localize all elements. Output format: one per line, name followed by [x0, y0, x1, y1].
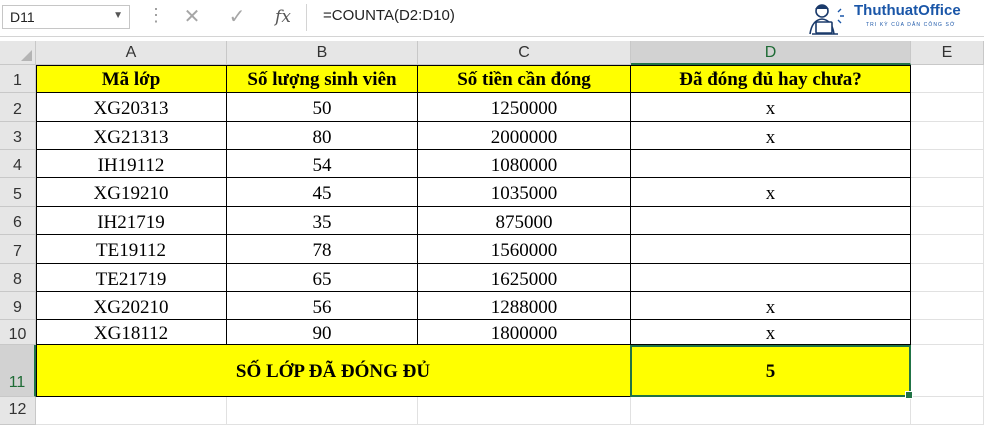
column-header-c[interactable]: C: [418, 41, 631, 65]
cell-d11-total-value[interactable]: 5: [631, 345, 911, 397]
cell-c6[interactable]: 875000: [418, 207, 631, 235]
column-header-d[interactable]: D: [631, 41, 911, 65]
cell-a12[interactable]: [36, 397, 227, 425]
cell-b3[interactable]: 80: [227, 122, 418, 150]
logo: ThuthuatOffice TRI KỲ CỦA DÂN CÔNG SỞ: [800, 2, 984, 36]
cell-c9[interactable]: 1288000: [418, 292, 631, 320]
cell-a5[interactable]: XG19210: [36, 178, 227, 207]
name-box[interactable]: D11 ▼: [2, 5, 130, 29]
cell-e8[interactable]: [911, 264, 984, 292]
cell-d10[interactable]: x: [631, 320, 911, 345]
cell-e3[interactable]: [911, 122, 984, 150]
cell-a4[interactable]: IH19112: [36, 150, 227, 178]
cell-c12[interactable]: [418, 397, 631, 425]
column-header-a[interactable]: A: [36, 41, 227, 65]
cell-e7[interactable]: [911, 235, 984, 264]
column-header-e[interactable]: E: [911, 41, 984, 65]
cell-c1[interactable]: Số tiền cần đóng: [418, 65, 631, 93]
cell-e6[interactable]: [911, 207, 984, 235]
cell-b6[interactable]: 35: [227, 207, 418, 235]
cell-d4[interactable]: [631, 150, 911, 178]
logo-tagline: TRI KỲ CỦA DÂN CÔNG SỞ: [866, 22, 956, 28]
cell-c3[interactable]: 2000000: [418, 122, 631, 150]
cell-b1[interactable]: Số lượng sinh viên: [227, 65, 418, 93]
cell-a2[interactable]: XG20313: [36, 93, 227, 122]
cell-a10[interactable]: XG18112: [36, 320, 227, 345]
row-header-7[interactable]: 7: [0, 235, 36, 264]
cell-e10[interactable]: [911, 320, 984, 345]
row-header-3[interactable]: 3: [0, 122, 36, 150]
office-worker-icon: [809, 4, 844, 35]
cell-d5[interactable]: x: [631, 178, 911, 207]
cell-c4[interactable]: 1080000: [418, 150, 631, 178]
cell-b10[interactable]: 90: [227, 320, 418, 345]
formula-input[interactable]: =COUNTA(D2:D10): [323, 7, 455, 24]
cell-e5[interactable]: [911, 178, 984, 207]
chevron-down-icon[interactable]: ▼: [113, 10, 123, 21]
cell-c10[interactable]: 1800000: [418, 320, 631, 345]
cell-d12[interactable]: [631, 397, 911, 425]
row-header-11[interactable]: 11: [0, 345, 36, 397]
cell-b9[interactable]: 56: [227, 292, 418, 320]
select-all-button[interactable]: [0, 41, 36, 65]
cell-a8[interactable]: TE21719: [36, 264, 227, 292]
cell-d1[interactable]: Đã đóng đủ hay chưa?: [631, 65, 911, 93]
cell-e12[interactable]: [911, 397, 984, 425]
row-header-1[interactable]: 1: [0, 65, 36, 93]
row-header-8[interactable]: 8: [0, 264, 36, 292]
row-header-6[interactable]: 6: [0, 207, 36, 235]
cell-c2[interactable]: 1250000: [418, 93, 631, 122]
row-header-9[interactable]: 9: [0, 292, 36, 320]
cell-c8[interactable]: 1625000: [418, 264, 631, 292]
cell-d3[interactable]: x: [631, 122, 911, 150]
cell-b5[interactable]: 45: [227, 178, 418, 207]
enter-icon[interactable]: ✓: [219, 5, 255, 29]
name-box-value: D11: [10, 9, 35, 25]
cell-a1[interactable]: Mã lớp: [36, 65, 227, 93]
row-header-5[interactable]: 5: [0, 178, 36, 207]
insert-function-button[interactable]: fx: [265, 5, 301, 29]
cell-d8[interactable]: [631, 264, 911, 292]
cell-b7[interactable]: 78: [227, 235, 418, 264]
cell-d7[interactable]: [631, 235, 911, 264]
row-header-12[interactable]: 12: [0, 397, 36, 425]
cell-e9[interactable]: [911, 292, 984, 320]
cell-e1[interactable]: [911, 65, 984, 93]
cell-a9[interactable]: XG20210: [36, 292, 227, 320]
more-options-icon: ⋮: [147, 5, 165, 25]
column-header-b[interactable]: B: [227, 41, 418, 65]
cell-e2[interactable]: [911, 93, 984, 122]
logo-name: ThuthuatOffice: [854, 2, 961, 19]
row-header-4[interactable]: 4: [0, 150, 36, 178]
cancel-icon[interactable]: ✕: [174, 5, 210, 29]
row-header-2[interactable]: 2: [0, 93, 36, 122]
cell-a7[interactable]: TE19112: [36, 235, 227, 264]
cell-e4[interactable]: [911, 150, 984, 178]
cell-a11-merged-total-label[interactable]: SỐ LỚP ĐÃ ĐÓNG ĐỦ: [36, 345, 631, 397]
cell-c7[interactable]: 1560000: [418, 235, 631, 264]
formula-bar: D11 ▼ ⋮ ✕ ✓ fx =COUNTA(D2:D10) ThuthuatO…: [0, 0, 984, 37]
cell-a3[interactable]: XG21313: [36, 122, 227, 150]
row-header-10[interactable]: 10: [0, 320, 36, 345]
cell-a6[interactable]: IH21719: [36, 207, 227, 235]
cell-e11[interactable]: [911, 345, 984, 397]
cell-b4[interactable]: 54: [227, 150, 418, 178]
cell-b12[interactable]: [227, 397, 418, 425]
formula-separator: [306, 4, 307, 31]
cell-c5[interactable]: 1035000: [418, 178, 631, 207]
cell-d9[interactable]: x: [631, 292, 911, 320]
cell-b2[interactable]: 50: [227, 93, 418, 122]
cell-b8[interactable]: 65: [227, 264, 418, 292]
cell-d6[interactable]: [631, 207, 911, 235]
cell-d2[interactable]: x: [631, 93, 911, 122]
